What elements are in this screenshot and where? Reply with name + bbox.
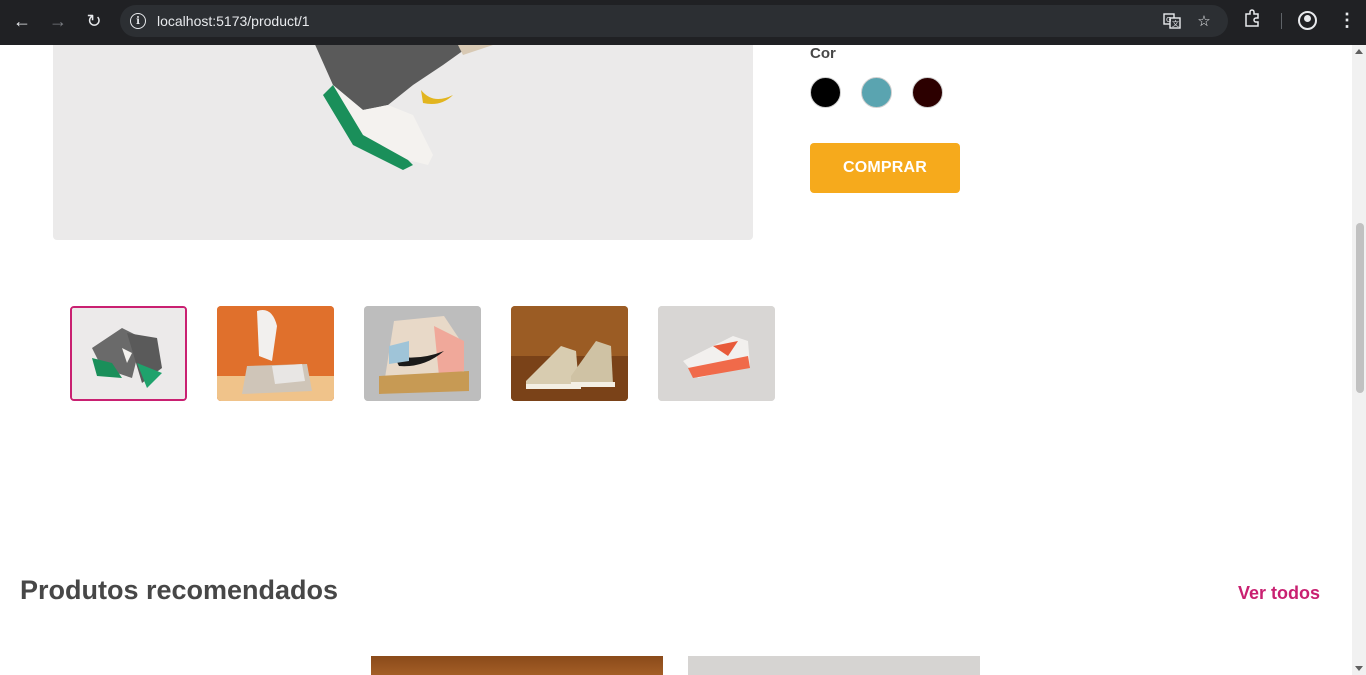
product-thumbnail[interactable]: [70, 306, 187, 401]
product-thumbnail[interactable]: [217, 306, 334, 401]
recommended-section-title: Produtos recomendados: [20, 575, 339, 605]
color-swatch-black[interactable]: [810, 77, 841, 108]
color-swatch-dark-red[interactable]: [912, 77, 943, 108]
forward-arrow-icon[interactable]: →: [45, 8, 71, 34]
recommended-product-image[interactable]: [371, 656, 663, 675]
toolbar-divider: [1281, 13, 1282, 29]
browser-toolbar: ← → ↻ i localhost:5173/product/1 G文 ☆ ⋮: [0, 0, 1366, 45]
scroll-down-arrow-icon[interactable]: [1355, 666, 1363, 671]
back-arrow-icon[interactable]: ←: [9, 8, 35, 34]
color-swatch-teal[interactable]: [861, 77, 892, 108]
buy-button[interactable]: COMPRAR: [810, 143, 960, 193]
translate-icon[interactable]: G文: [1162, 11, 1182, 31]
page-scrollbar[interactable]: [1352, 45, 1366, 675]
product-main-image: [53, 45, 753, 240]
recommended-product-image[interactable]: [688, 656, 980, 675]
bookmark-star-icon[interactable]: ☆: [1194, 11, 1214, 31]
product-thumbnail[interactable]: [364, 306, 481, 401]
scrollbar-thumb[interactable]: [1356, 223, 1364, 393]
reload-icon[interactable]: ↻: [81, 8, 107, 34]
svg-text:G: G: [1166, 16, 1171, 24]
profile-icon[interactable]: [1298, 11, 1317, 30]
extensions-puzzle-icon[interactable]: [1243, 9, 1261, 32]
sneaker-illustration: [315, 45, 493, 170]
url-text[interactable]: localhost:5173/product/1: [157, 13, 310, 29]
site-info-icon[interactable]: i: [130, 13, 146, 29]
address-bar[interactable]: i localhost:5173/product/1 G文 ☆: [120, 5, 1228, 37]
svg-text:文: 文: [1172, 19, 1179, 28]
product-page: Cor COMPRAR Produtos recomendados Ver to…: [0, 45, 1352, 675]
color-label: Cor: [810, 45, 836, 62]
scroll-up-arrow-icon[interactable]: [1355, 49, 1363, 54]
product-thumbnail[interactable]: [511, 306, 628, 401]
menu-kebab-icon[interactable]: ⋮: [1338, 10, 1356, 31]
see-all-link[interactable]: Ver todos: [1238, 583, 1320, 604]
product-thumbnail[interactable]: [658, 306, 775, 401]
